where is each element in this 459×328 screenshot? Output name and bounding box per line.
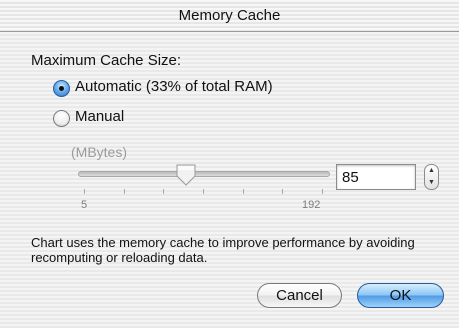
units-label: (MBytes): [71, 144, 127, 160]
slider-tick: [84, 189, 85, 194]
slider-max-label: 192: [302, 199, 321, 211]
automatic-radio[interactable]: [53, 80, 70, 97]
stepper-up-icon[interactable]: ▲: [425, 165, 438, 177]
stepper-arrows-icon[interactable]: ▲ ▼: [424, 164, 439, 190]
slider-tick: [203, 189, 204, 194]
manual-radio-label[interactable]: Manual: [75, 108, 124, 125]
title-bar[interactable]: Memory Cache: [0, 0, 459, 32]
slider-tick: [242, 189, 244, 194]
stepper-down-icon[interactable]: ▼: [425, 177, 438, 189]
slider-tick: [322, 189, 323, 194]
automatic-radio-label[interactable]: Automatic (33% of total RAM): [75, 78, 273, 95]
max-cache-size-label: Maximum Cache Size:: [31, 52, 182, 69]
slider-min-label: 5: [81, 199, 88, 211]
slider-tick: [123, 189, 125, 194]
description-text: Chart uses the memory cache to improve p…: [31, 235, 415, 265]
ok-button[interactable]: OK: [357, 283, 444, 308]
cancel-button[interactable]: Cancel: [257, 283, 342, 308]
cache-size-slider-track[interactable]: [78, 171, 330, 177]
cache-size-input[interactable]: [336, 164, 416, 190]
slider-thumb-icon[interactable]: [175, 163, 197, 187]
slider-tick: [163, 189, 165, 194]
manual-radio[interactable]: [53, 110, 70, 127]
window-title: Memory Cache: [178, 7, 281, 24]
slider-tick: [282, 189, 284, 194]
